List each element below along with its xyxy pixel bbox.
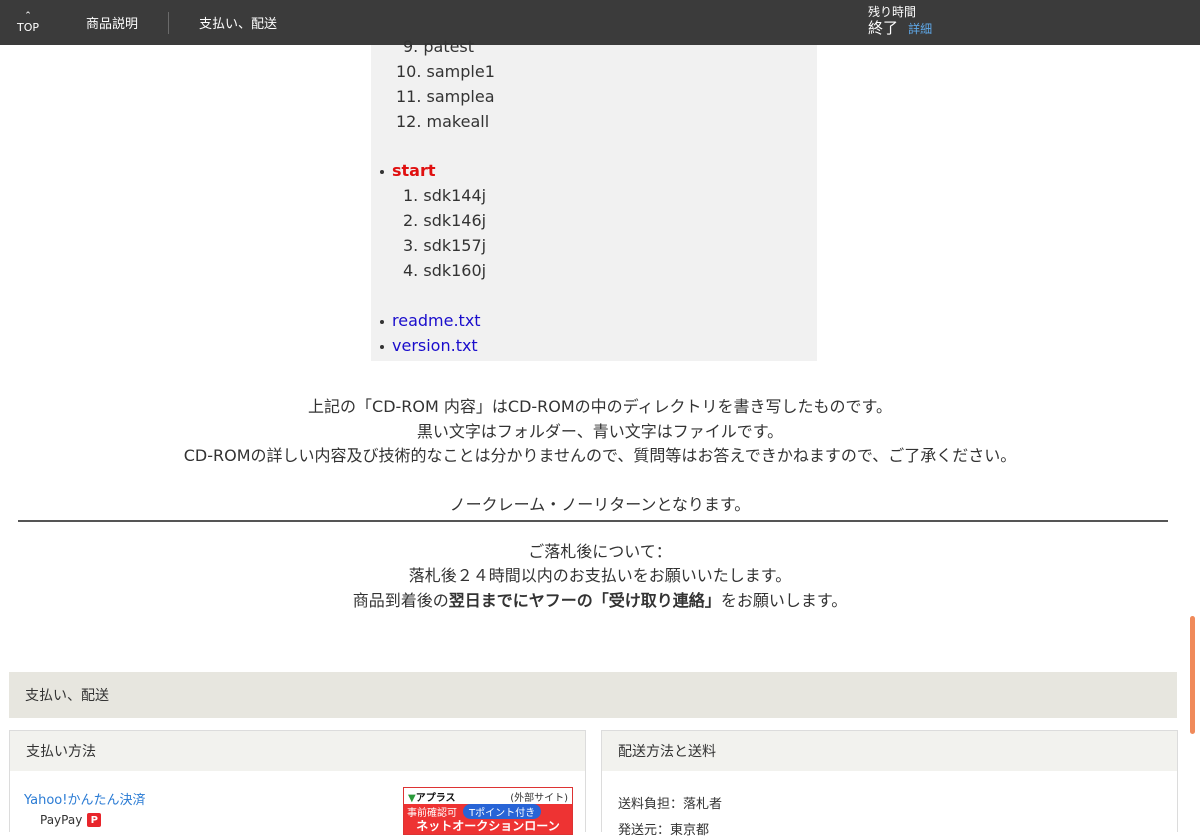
shipping-method-header: 配送方法と送料 xyxy=(602,731,1177,771)
after-bid-bold-text: 翌日までにヤフーの「受け取り連絡」 xyxy=(448,591,721,610)
top-navigation-bar: ⌃ TOP 商品説明 支払い、配送 残り時間 終了 詳細 xyxy=(0,0,1200,45)
top-home-label: TOP xyxy=(16,20,39,34)
paypay-label: PayPay xyxy=(40,813,83,827)
remaining-time-label: 残り時間 xyxy=(868,5,917,19)
file-name: readme.txt xyxy=(392,311,481,330)
cdrom-contents-listing: 9. patest 10. sample1 11. samplea 12. ma… xyxy=(371,37,817,361)
bullet-icon xyxy=(380,169,384,174)
shipping-payer: 送料負担：落札者 xyxy=(618,797,723,812)
banner-external-label: (外部サイト) xyxy=(510,792,568,804)
after-bid-line: 商品到着後の翌日までにヤフーの「受け取り連絡」をお願いします。 xyxy=(0,587,1200,611)
panel-title: 配送方法と送料 xyxy=(618,744,716,760)
payment-method-panel: 支払い方法 Yahoo!かんたん決済 PayPay P ▼アプラス (外部サイト… xyxy=(9,730,586,835)
list-item: 4. sdk160j xyxy=(403,261,487,280)
paypay-option: PayPay P xyxy=(40,813,102,827)
divider xyxy=(18,520,1168,522)
banner-top-row: ▼アプラス (外部サイト) xyxy=(404,788,572,804)
list-item: 2. sdk146j xyxy=(403,211,487,230)
aplus-logo-icon: ▼ xyxy=(408,792,416,804)
shipping-from: 発送元：東京都 xyxy=(618,823,710,838)
top-home-button[interactable]: ⌃ TOP xyxy=(0,0,56,45)
up-arrow-icon: ⌃ xyxy=(24,10,32,21)
list-item: 12. makeall xyxy=(396,112,490,131)
list-item: 9. patest xyxy=(403,37,475,56)
list-item: 1. sdk144j xyxy=(403,186,487,205)
section-title: 支払い、配送 xyxy=(25,688,109,704)
scrollbar-thumb[interactable] xyxy=(1190,616,1195,734)
note-line: 黒い文字はフォルダー、青い文字はファイルです。 xyxy=(416,422,784,441)
no-claim-note: ノークレーム・ノーリターンとなります。 xyxy=(449,495,751,514)
bullet-icon xyxy=(380,319,384,324)
yahoo-easy-payment-link[interactable]: Yahoo!かんたん決済 xyxy=(24,789,145,808)
banner-brand: ▼アプラス xyxy=(408,792,456,804)
banner-bottom-row: ネットオークションローン xyxy=(404,818,572,834)
banner-middle-row: 事前確認可 Tポイント付き xyxy=(404,803,572,819)
payment-shipping-section-header: 支払い、配送 xyxy=(9,672,1177,718)
after-bid-line: 落札後２４時間以内のお支払いをお願いいたします。 xyxy=(408,566,792,585)
list-item: 10. sample1 xyxy=(396,62,495,81)
remaining-time-value: 終了 xyxy=(868,19,899,37)
list-item: 11. samplea xyxy=(396,87,495,106)
paypay-logo-icon: P xyxy=(87,813,102,827)
after-bid-title: ご落札後について： xyxy=(528,542,672,561)
aplus-loan-banner[interactable]: ▼アプラス (外部サイト) 事前確認可 Tポイント付き ネットオークションローン xyxy=(403,787,573,835)
nav-item-description[interactable]: 商品説明 xyxy=(56,0,168,45)
list-item: 3. sdk157j xyxy=(403,236,487,255)
file-name: version.txt xyxy=(392,336,478,355)
after-bid-text: をお願いします。 xyxy=(720,591,848,610)
nav-item-payment-shipping[interactable]: 支払い、配送 xyxy=(169,0,307,45)
banner-text: 事前確認可 xyxy=(407,807,457,819)
shipping-method-panel: 配送方法と送料 送料負担：落札者 発送元：東京都 xyxy=(601,730,1178,838)
folder-item-start: start xyxy=(380,161,436,180)
banner-pill: Tポイント付き xyxy=(463,803,542,819)
payment-method-header: 支払い方法 xyxy=(10,731,585,771)
note-line: 上記の「CD-ROM 内容」はCD-ROMの中のディレクトリを書き写したものです… xyxy=(308,397,892,416)
detail-link[interactable]: 詳細 xyxy=(908,22,932,36)
after-bid-text: 商品到着後の xyxy=(352,591,449,610)
remaining-time: 残り時間 終了 詳細 xyxy=(868,4,932,37)
folder-name: start xyxy=(392,161,436,180)
note-line: CD-ROMの詳しい内容及び技術的なことは分かりませんので、質問等はお答えできか… xyxy=(183,446,1017,465)
panel-title: 支払い方法 xyxy=(26,744,96,760)
file-item-version: version.txt xyxy=(380,336,478,355)
file-item-readme: readme.txt xyxy=(380,311,481,330)
bullet-icon xyxy=(380,344,384,349)
